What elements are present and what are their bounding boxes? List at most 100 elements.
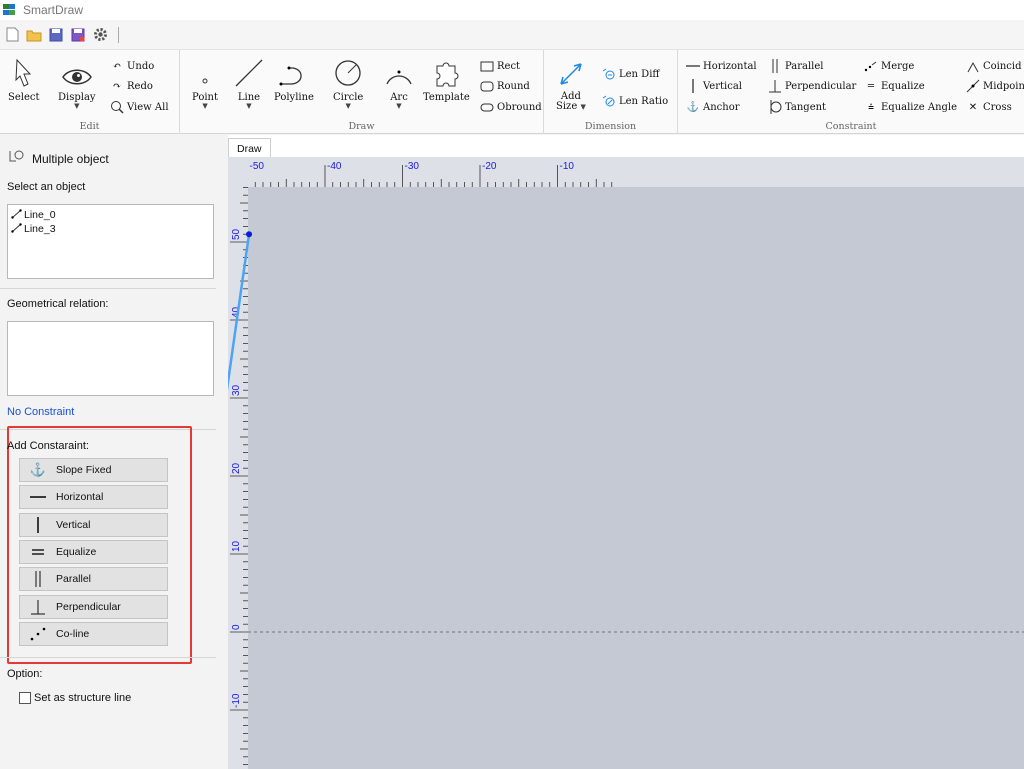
constraint-vertical-button[interactable]: Vertical — [686, 78, 742, 94]
obround-icon — [480, 100, 494, 114]
structure-line-option[interactable]: Set as structure line — [19, 692, 131, 704]
select-object-label: Select an object — [7, 181, 86, 193]
undo-button[interactable]: ↶ Undo — [110, 58, 155, 74]
constraint-coincide-button[interactable]: Coincid — [966, 58, 1022, 74]
y-tick-label: 30 — [231, 384, 242, 396]
undo-icon: ↶ — [112, 60, 122, 72]
cursor-arrow-icon — [15, 58, 31, 87]
circle-icon — [335, 60, 361, 86]
constraint-equalize-angle-button[interactable]: ⩮ Equalize Angle — [864, 99, 957, 115]
perpendicular-icon — [20, 599, 56, 615]
constraint-horizontal-button[interactable]: Horizontal — [686, 58, 757, 74]
merge-icon — [864, 59, 878, 73]
len-ratio-icon — [602, 94, 616, 108]
constraint-perpendicular-button[interactable]: Perpendicular — [768, 78, 856, 94]
select-button[interactable]: Select — [8, 54, 40, 103]
len-ratio-button[interactable]: Len Ratio — [602, 93, 668, 109]
edit-group: Select Display ▼ ↶ Undo ↷ Redo View All Edi… — [0, 50, 180, 134]
horizontal-button[interactable]: Horizontal — [19, 485, 168, 509]
line-icon — [235, 59, 263, 87]
obround-button[interactable]: Obround — [480, 99, 542, 115]
redo-button[interactable]: ↷ Redo — [110, 78, 153, 94]
save-icon[interactable] — [48, 27, 64, 43]
x-tick-label: -30 — [405, 161, 420, 172]
cross-icon: ✕ — [968, 101, 978, 113]
line-button[interactable]: Line ▼ — [234, 54, 264, 110]
equals-icon — [20, 548, 56, 556]
perpendicular-icon — [768, 79, 782, 93]
toolbar-divider — [118, 26, 119, 43]
co-line-button[interactable]: Co-line — [19, 622, 168, 646]
round-button[interactable]: Round — [480, 78, 530, 94]
x-tick-label: -50 — [250, 161, 265, 172]
rounded-rectangle-icon — [480, 79, 494, 93]
divider — [0, 657, 216, 658]
constraint-midpoint-button[interactable]: Midpoin — [966, 78, 1024, 94]
app-logo-icon — [3, 4, 17, 16]
arc-icon — [386, 70, 412, 85]
vertical-button[interactable]: Vertical — [19, 513, 168, 537]
rect-button[interactable]: Rect — [480, 58, 520, 74]
panel-header: Multiple object — [8, 149, 109, 168]
equalize-button[interactable]: Equalize — [19, 540, 168, 564]
view-all-button[interactable]: View All — [110, 99, 169, 115]
line-object-icon — [11, 208, 22, 222]
list-item[interactable]: Line_0 — [8, 208, 213, 222]
redo-icon: ↷ — [112, 80, 122, 92]
dimension-arrow-icon — [560, 63, 582, 85]
add-size-button[interactable]: Add Size ▼ — [556, 54, 586, 112]
drawing-area: Draw -100-90-80-70-60-50-40-30-20-105040… — [228, 135, 1024, 769]
zoom-magnifier-icon — [110, 100, 124, 114]
point-icon — [202, 78, 208, 84]
draw-group: Point ▼ Line ▼ Polyline Circle ▼ Arc ▼ Templ… — [180, 50, 544, 134]
y-tick-label: 10 — [231, 540, 242, 552]
constraint-group: Horizontal Vertical ⚓ Anchor Parallel Per… — [678, 50, 1024, 134]
equalize-angle-icon: ⩮ — [868, 101, 874, 113]
constraint-group-label: Constraint — [825, 121, 877, 132]
relation-list[interactable] — [7, 321, 214, 396]
slope-fixed-button[interactable]: ⚓ Slope Fixed — [19, 458, 168, 482]
constraint-cross-button[interactable]: ✕ Cross — [966, 99, 1012, 115]
anchor-icon: ⚓ — [686, 101, 700, 113]
x-tick-label: -20 — [482, 161, 497, 172]
structure-line-checkbox[interactable] — [19, 692, 31, 704]
tangent-icon — [768, 100, 782, 114]
open-folder-icon[interactable] — [26, 27, 42, 43]
coincide-icon — [966, 59, 980, 73]
settings-gear-icon[interactable] — [92, 27, 108, 43]
dimension-group: Add Size ▼ Len Diff Len Ratio Dimension — [544, 50, 678, 134]
co-line-icon — [20, 627, 56, 641]
circle-button[interactable]: Circle ▼ — [333, 54, 363, 110]
rectangle-icon — [480, 59, 494, 73]
canvas-overlay: -100-90-80-70-60-50-40-30-20-10504030201… — [228, 161, 1024, 765]
x-tick-label: -10 — [560, 161, 575, 172]
new-file-icon[interactable] — [4, 27, 20, 43]
point-button[interactable]: Point ▼ — [192, 54, 218, 110]
display-button[interactable]: Display ▼ — [58, 54, 96, 110]
constraint-status: No Constraint — [7, 406, 75, 418]
dimension-group-label: Dimension — [584, 121, 637, 132]
perpendicular-button[interactable]: Perpendicular — [19, 595, 168, 619]
polyline-button[interactable]: Polyline — [274, 54, 314, 103]
len-diff-icon — [602, 67, 616, 81]
object-list[interactable]: Line_0 Line_3 — [7, 204, 214, 279]
draw-group-label: Draw — [348, 121, 375, 132]
edit-group-label: Edit — [79, 121, 100, 132]
multiple-object-icon — [8, 149, 24, 168]
list-item[interactable]: Line_3 — [8, 222, 213, 236]
polyline-icon — [279, 66, 302, 86]
save-as-icon[interactable] — [70, 27, 86, 43]
constraint-tangent-button[interactable]: Tangent — [768, 99, 826, 115]
constraint-merge-button[interactable]: Merge — [864, 58, 914, 74]
constraint-anchor-button[interactable]: ⚓ Anchor — [686, 99, 740, 115]
option-label: Option: — [7, 668, 43, 680]
template-button[interactable]: Template — [423, 54, 470, 103]
horizontal-line-icon — [686, 59, 700, 73]
constraint-parallel-button[interactable]: Parallel — [768, 58, 824, 74]
constraint-equalize-button[interactable]: = Equalize — [864, 78, 925, 94]
arc-button[interactable]: Arc ▼ — [384, 54, 414, 110]
len-diff-button[interactable]: Len Diff — [602, 66, 660, 82]
parallel-button[interactable]: Parallel — [19, 567, 168, 591]
structure-line-label: Set as structure line — [34, 692, 132, 704]
y-tick-label: -10 — [231, 693, 242, 708]
